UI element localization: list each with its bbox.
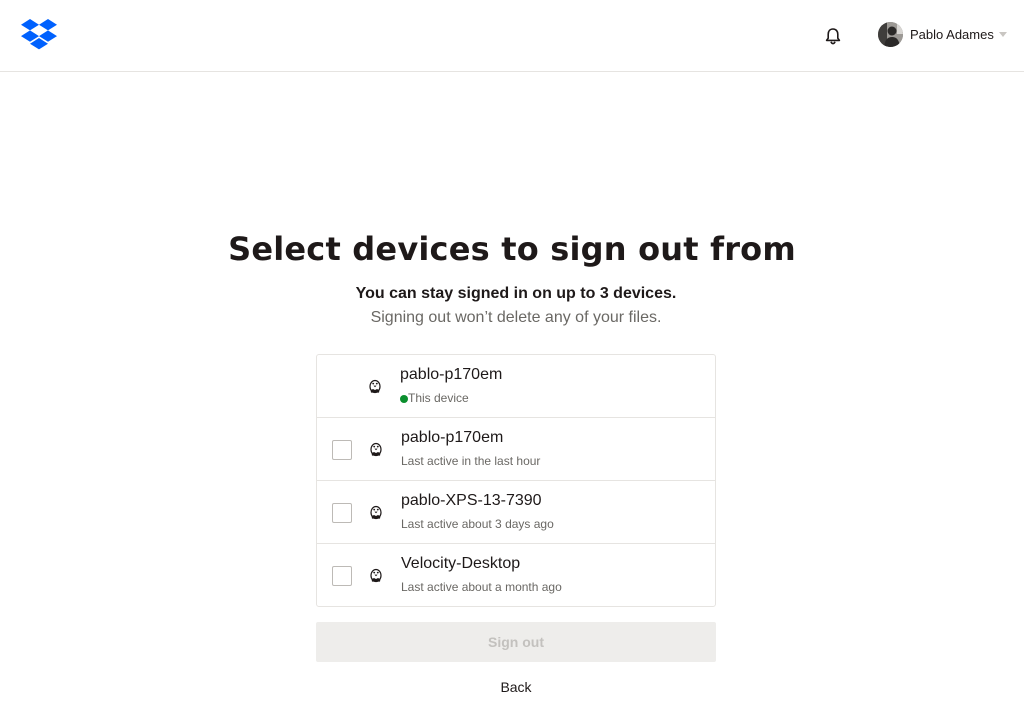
linux-penguin-icon: [370, 568, 382, 583]
device-name: pablo-p170em: [400, 366, 503, 383]
device-name: pablo-XPS-13-7390: [401, 492, 542, 509]
active-status-dot: [400, 395, 408, 403]
device-row[interactable]: pablo-XPS-13-7390 Last active about 3 da…: [317, 481, 715, 544]
device-row-current: pablo-p170em This device: [317, 355, 715, 418]
account-name: Pablo Adames: [910, 26, 994, 42]
account-menu[interactable]: Pablo Adames: [878, 21, 1007, 47]
device-status: This device: [408, 391, 469, 405]
device-status: Last active about a month ago: [401, 580, 562, 594]
linux-penguin-icon: [370, 442, 382, 457]
device-checkbox[interactable]: [332, 566, 352, 586]
linux-penguin-icon: [370, 505, 382, 520]
dropbox-logo-icon[interactable]: [21, 19, 57, 50]
device-row[interactable]: Velocity-Desktop Last active about a mon…: [317, 544, 715, 607]
device-checkbox[interactable]: [332, 503, 352, 523]
device-status: Last active in the last hour: [401, 454, 541, 468]
sign-out-button[interactable]: Sign out: [316, 622, 716, 662]
bell-icon[interactable]: [823, 26, 843, 46]
device-status: Last active about 3 days ago: [401, 517, 554, 531]
avatar: [878, 21, 903, 47]
device-name: Velocity-Desktop: [401, 555, 521, 572]
page-note: Signing out won’t delete any of your fil…: [370, 309, 662, 326]
chevron-down-icon: [998, 31, 1007, 37]
page-subtitle: You can stay signed in on up to 3 device…: [355, 285, 677, 302]
page-title: Select devices to sign out from: [228, 230, 796, 268]
top-bar: Pablo Adames: [0, 0, 1024, 72]
linux-penguin-icon: [369, 379, 381, 394]
device-name: pablo-p170em: [401, 429, 504, 446]
device-row[interactable]: pablo-p170em Last active in the last hou…: [317, 418, 715, 481]
device-list: pablo-p170em This device pablo-p170em La…: [316, 354, 716, 607]
back-link[interactable]: Back: [0, 679, 1024, 695]
device-checkbox[interactable]: [332, 440, 352, 460]
